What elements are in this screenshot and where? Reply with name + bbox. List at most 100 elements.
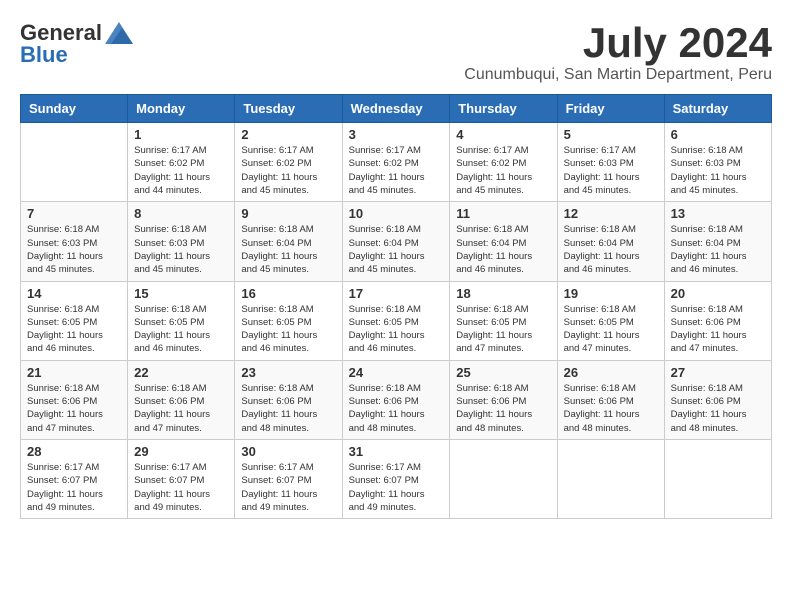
calendar-week-row: 7Sunrise: 6:18 AM Sunset: 6:03 PM Daylig… [21, 202, 772, 281]
day-number: 21 [27, 365, 121, 380]
col-tuesday: Tuesday [235, 95, 342, 123]
col-monday: Monday [128, 95, 235, 123]
day-number: 4 [456, 127, 550, 142]
calendar-cell [21, 123, 128, 202]
day-number: 31 [349, 444, 444, 459]
day-number: 29 [134, 444, 228, 459]
calendar-week-row: 1Sunrise: 6:17 AM Sunset: 6:02 PM Daylig… [21, 123, 772, 202]
day-info: Sunrise: 6:18 AM Sunset: 6:04 PM Dayligh… [671, 223, 765, 276]
day-info: Sunrise: 6:18 AM Sunset: 6:03 PM Dayligh… [134, 223, 228, 276]
day-number: 11 [456, 206, 550, 221]
day-number: 17 [349, 286, 444, 301]
calendar-cell: 27 Sunrise: 6:18 AM Sunset: 6:06 PM Dayli… [664, 360, 771, 439]
day-info: Sunrise: 6:18 AM Sunset: 6:06 PM Dayligh… [456, 382, 550, 435]
calendar-cell: 31 Sunrise: 6:17 AM Sunset: 6:07 PM Dayli… [342, 439, 450, 518]
calendar-cell: 10Sunrise: 6:18 AM Sunset: 6:04 PM Dayli… [342, 202, 450, 281]
day-number: 27 [671, 365, 765, 380]
day-info: Sunrise: 6:18 AM Sunset: 6:05 PM Dayligh… [27, 303, 121, 356]
logo-blue: Blue [20, 42, 68, 68]
logo-icon [105, 22, 133, 44]
day-number: 22 [134, 365, 228, 380]
day-number: 6 [671, 127, 765, 142]
calendar-table: Sunday Monday Tuesday Wednesday Thursday… [20, 94, 772, 519]
col-thursday: Thursday [450, 95, 557, 123]
day-info: Sunrise: 6:18 AM Sunset: 6:03 PM Dayligh… [671, 144, 765, 197]
day-info: Sunrise: 6:17 AM Sunset: 6:03 PM Dayligh… [564, 144, 658, 197]
calendar-cell: 12 Sunrise: 6:18 AM Sunset: 6:04 PM Dayli… [557, 202, 664, 281]
day-info: Sunrise: 6:18 AM Sunset: 6:06 PM Dayligh… [671, 382, 765, 435]
day-number: 9 [241, 206, 335, 221]
day-number: 19 [564, 286, 658, 301]
day-info: Sunrise: 6:17 AM Sunset: 6:07 PM Dayligh… [27, 461, 121, 514]
day-info: Sunrise: 6:18 AM Sunset: 6:06 PM Dayligh… [564, 382, 658, 435]
day-info: Sunrise: 6:18 AM Sunset: 6:06 PM Dayligh… [241, 382, 335, 435]
month-title: July 2024 [464, 20, 772, 66]
calendar-cell: 14 Sunrise: 6:18 AM Sunset: 6:05 PM Dayli… [21, 281, 128, 360]
col-friday: Friday [557, 95, 664, 123]
day-info: Sunrise: 6:18 AM Sunset: 6:06 PM Dayligh… [134, 382, 228, 435]
calendar-cell: 22 Sunrise: 6:18 AM Sunset: 6:06 PM Dayli… [128, 360, 235, 439]
day-info: Sunrise: 6:18 AM Sunset: 6:05 PM Dayligh… [241, 303, 335, 356]
day-info: Sunrise: 6:17 AM Sunset: 6:07 PM Dayligh… [241, 461, 335, 514]
calendar-cell: 18 Sunrise: 6:18 AM Sunset: 6:05 PM Dayli… [450, 281, 557, 360]
day-number: 28 [27, 444, 121, 459]
day-info: Sunrise: 6:18 AM Sunset: 6:06 PM Dayligh… [27, 382, 121, 435]
calendar-cell: 30 Sunrise: 6:17 AM Sunset: 6:07 PM Dayli… [235, 439, 342, 518]
calendar-cell: 24 Sunrise: 6:18 AM Sunset: 6:06 PM Dayli… [342, 360, 450, 439]
calendar-cell [557, 439, 664, 518]
day-number: 2 [241, 127, 335, 142]
day-info: Sunrise: 6:18 AM Sunset: 6:06 PM Dayligh… [349, 382, 444, 435]
col-saturday: Saturday [664, 95, 771, 123]
location-title: Cunumbuqui, San Martin Department, Peru [464, 66, 772, 84]
day-number: 24 [349, 365, 444, 380]
calendar-cell: 17 Sunrise: 6:18 AM Sunset: 6:05 PM Dayli… [342, 281, 450, 360]
day-number: 23 [241, 365, 335, 380]
calendar-cell: 9 Sunrise: 6:18 AM Sunset: 6:04 PM Daylig… [235, 202, 342, 281]
calendar-cell: 28 Sunrise: 6:17 AM Sunset: 6:07 PM Dayli… [21, 439, 128, 518]
day-info: Sunrise: 6:18 AM Sunset: 6:05 PM Dayligh… [456, 303, 550, 356]
day-info: Sunrise: 6:18 AM Sunset: 6:04 PM Dayligh… [456, 223, 550, 276]
day-info: Sunrise: 6:17 AM Sunset: 6:02 PM Dayligh… [456, 144, 550, 197]
day-info: Sunrise: 6:18 AM Sunset: 6:04 PM Dayligh… [241, 223, 335, 276]
calendar-cell: 7Sunrise: 6:18 AM Sunset: 6:03 PM Daylig… [21, 202, 128, 281]
calendar-cell [664, 439, 771, 518]
calendar-week-row: 28 Sunrise: 6:17 AM Sunset: 6:07 PM Dayli… [21, 439, 772, 518]
calendar-cell: 13Sunrise: 6:18 AM Sunset: 6:04 PM Dayli… [664, 202, 771, 281]
day-number: 18 [456, 286, 550, 301]
calendar-cell: 2 Sunrise: 6:17 AM Sunset: 6:02 PM Daylig… [235, 123, 342, 202]
day-number: 26 [564, 365, 658, 380]
day-info: Sunrise: 6:17 AM Sunset: 6:02 PM Dayligh… [134, 144, 228, 197]
day-info: Sunrise: 6:18 AM Sunset: 6:04 PM Dayligh… [564, 223, 658, 276]
calendar-cell: 21 Sunrise: 6:18 AM Sunset: 6:06 PM Dayli… [21, 360, 128, 439]
day-info: Sunrise: 6:17 AM Sunset: 6:02 PM Dayligh… [241, 144, 335, 197]
calendar-week-row: 21 Sunrise: 6:18 AM Sunset: 6:06 PM Dayli… [21, 360, 772, 439]
day-number: 25 [456, 365, 550, 380]
calendar-cell: 16Sunrise: 6:18 AM Sunset: 6:05 PM Dayli… [235, 281, 342, 360]
day-info: Sunrise: 6:18 AM Sunset: 6:06 PM Dayligh… [671, 303, 765, 356]
calendar-week-row: 14 Sunrise: 6:18 AM Sunset: 6:05 PM Dayli… [21, 281, 772, 360]
page-header: General Blue July 2024 Cunumbuqui, San M… [20, 20, 772, 84]
calendar-cell: 11 Sunrise: 6:18 AM Sunset: 6:04 PM Dayli… [450, 202, 557, 281]
calendar-cell: 5Sunrise: 6:17 AM Sunset: 6:03 PM Daylig… [557, 123, 664, 202]
col-sunday: Sunday [21, 95, 128, 123]
title-area: July 2024 Cunumbuqui, San Martin Departm… [464, 20, 772, 84]
day-number: 12 [564, 206, 658, 221]
calendar-cell: 4 Sunrise: 6:17 AM Sunset: 6:02 PM Daylig… [450, 123, 557, 202]
calendar-cell: 15Sunrise: 6:18 AM Sunset: 6:05 PM Dayli… [128, 281, 235, 360]
day-number: 30 [241, 444, 335, 459]
day-info: Sunrise: 6:17 AM Sunset: 6:07 PM Dayligh… [349, 461, 444, 514]
calendar-header-row: Sunday Monday Tuesday Wednesday Thursday… [21, 95, 772, 123]
calendar-cell [450, 439, 557, 518]
day-number: 3 [349, 127, 444, 142]
day-info: Sunrise: 6:18 AM Sunset: 6:03 PM Dayligh… [27, 223, 121, 276]
day-info: Sunrise: 6:17 AM Sunset: 6:07 PM Dayligh… [134, 461, 228, 514]
day-number: 20 [671, 286, 765, 301]
calendar-cell: 26 Sunrise: 6:18 AM Sunset: 6:06 PM Dayli… [557, 360, 664, 439]
day-info: Sunrise: 6:17 AM Sunset: 6:02 PM Dayligh… [349, 144, 444, 197]
calendar-cell: 25 Sunrise: 6:18 AM Sunset: 6:06 PM Dayli… [450, 360, 557, 439]
day-number: 15 [134, 286, 228, 301]
day-info: Sunrise: 6:18 AM Sunset: 6:05 PM Dayligh… [349, 303, 444, 356]
day-number: 14 [27, 286, 121, 301]
calendar-cell: 20 Sunrise: 6:18 AM Sunset: 6:06 PM Dayli… [664, 281, 771, 360]
day-info: Sunrise: 6:18 AM Sunset: 6:05 PM Dayligh… [564, 303, 658, 356]
